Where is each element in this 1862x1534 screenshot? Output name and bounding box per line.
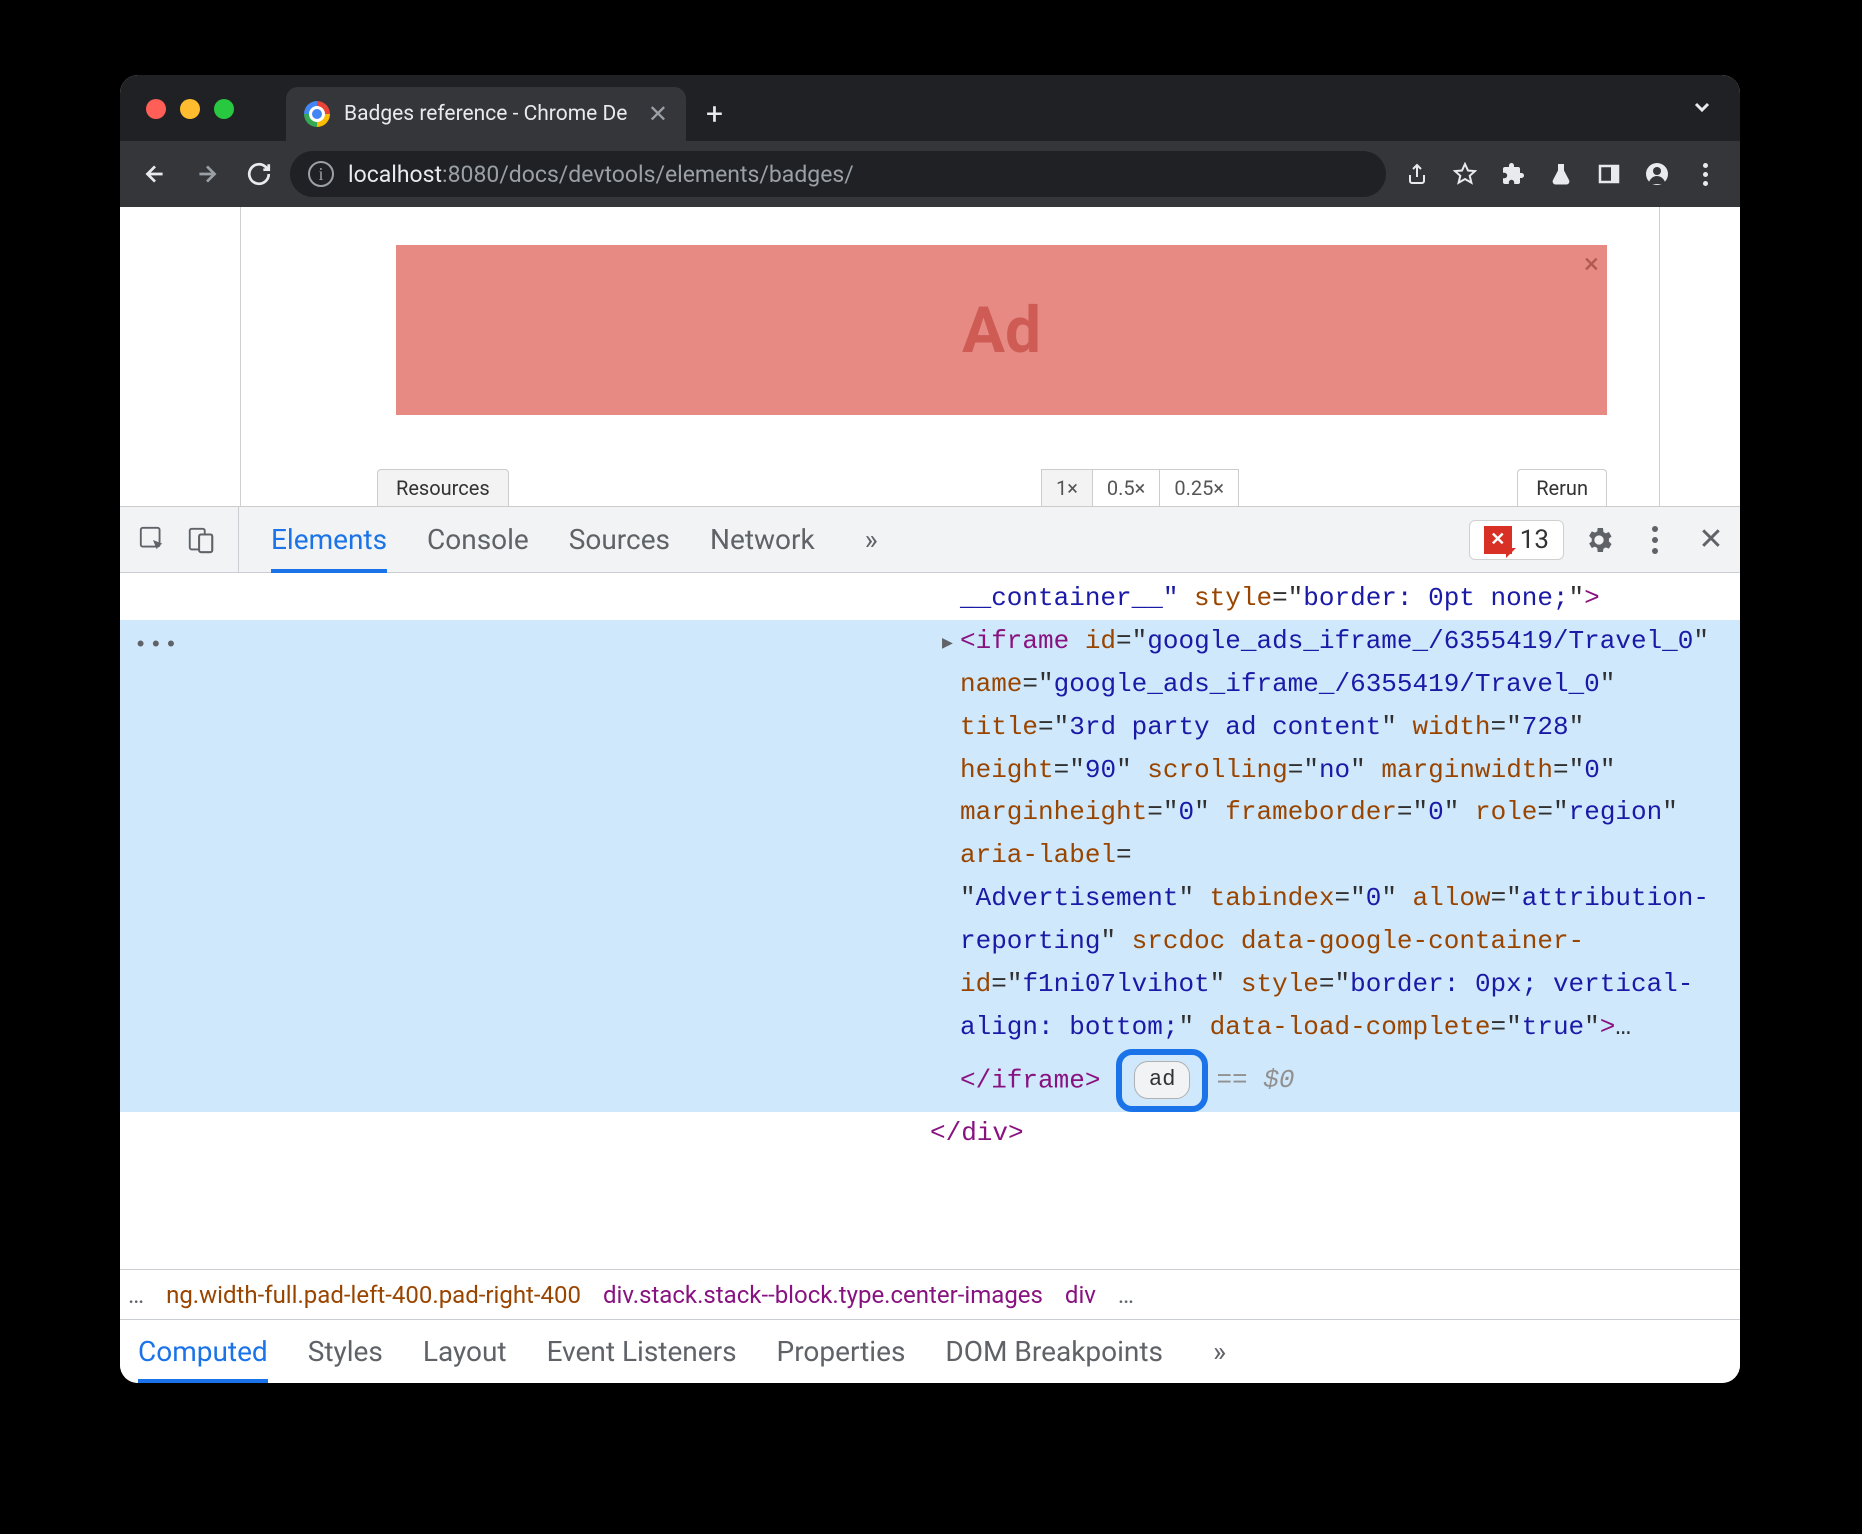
back-button[interactable] [134, 153, 176, 195]
error-icon: ✕ [1484, 526, 1512, 554]
maximize-window-button[interactable] [214, 99, 234, 119]
error-count-badge[interactable]: ✕ 13 [1469, 520, 1564, 560]
zoom-025x[interactable]: 0.25× [1160, 469, 1239, 506]
site-info-icon[interactable]: i [308, 161, 334, 187]
tab-close-button[interactable]: ✕ [648, 100, 668, 128]
settings-gear-icon[interactable] [1582, 523, 1616, 557]
new-tab-button[interactable]: + [706, 87, 723, 141]
tab-title: Badges reference - Chrome De [344, 102, 634, 126]
browser-window: Badges reference - Chrome De ✕ + i local… [120, 75, 1740, 1383]
rerun-button[interactable]: Rerun [1517, 469, 1607, 506]
resources-tab[interactable]: Resources [377, 469, 509, 506]
selection-actions-icon[interactable]: ••• [134, 628, 180, 664]
zoom-controls: 1× 0.5× 0.25× [1041, 469, 1239, 506]
tab-sources[interactable]: Sources [569, 509, 670, 570]
dom-breadcrumb[interactable]: … ng.width-full.pad-left-400.pad-right-4… [120, 1269, 1740, 1319]
address-bar[interactable]: i localhost:8080/docs/devtools/elements/… [290, 151, 1386, 197]
reload-button[interactable] [238, 153, 280, 195]
tree-selected-node[interactable]: ••• ▶<iframe id="google_ads_iframe_/6355… [120, 620, 1740, 1112]
ad-label: Ad [962, 293, 1041, 368]
close-window-button[interactable] [146, 99, 166, 119]
side-panel-icon[interactable] [1588, 153, 1630, 195]
share-icon[interactable] [1396, 153, 1438, 195]
toolbar-actions [1396, 153, 1726, 195]
ad-badge[interactable]: ad [1134, 1061, 1190, 1099]
zoom-1x[interactable]: 1× [1041, 469, 1093, 506]
inspect-element-icon[interactable] [132, 519, 174, 561]
page-inner: Ad × Resources 1× 0.5× 0.25× Rerun [240, 207, 1660, 506]
subtab-styles[interactable]: Styles [308, 1322, 383, 1381]
console-reference: == $0 [1216, 1065, 1294, 1095]
devtools-panel: Elements Console Sources Network » ✕ 13 … [120, 507, 1740, 1383]
url-host: localhost [348, 161, 442, 188]
extensions-icon[interactable] [1492, 153, 1534, 195]
toolbar: i localhost:8080/docs/devtools/elements/… [120, 141, 1740, 207]
error-count: 13 [1520, 525, 1549, 555]
labs-flask-icon[interactable] [1540, 153, 1582, 195]
tree-line-container[interactable]: __container__" style="border: 0pt none;"… [120, 573, 1740, 620]
tree-line-divclose[interactable]: </div> [120, 1112, 1740, 1155]
tab-bar: Badges reference - Chrome De ✕ + [120, 75, 1740, 141]
breadcrumb-ellipsis-left[interactable]: … [128, 1281, 144, 1309]
tab-elements[interactable]: Elements [271, 509, 387, 570]
subtabs-overflow-button[interactable]: » [1203, 1335, 1236, 1368]
bookmark-star-icon[interactable] [1444, 153, 1486, 195]
minimize-window-button[interactable] [180, 99, 200, 119]
page-viewport: Ad × Resources 1× 0.5× 0.25× Rerun [120, 207, 1740, 507]
window-controls [146, 99, 234, 119]
breadcrumb-item-1[interactable]: div.stack.stack--block.type.center-image… [603, 1281, 1043, 1309]
subtab-properties[interactable]: Properties [777, 1322, 906, 1381]
subtab-event-listeners[interactable]: Event Listeners [547, 1322, 737, 1381]
elements-tree[interactable]: __container__" style="border: 0pt none;"… [120, 573, 1740, 1269]
devtools-close-button[interactable]: ✕ [1694, 523, 1728, 557]
devtools-main-tabs: Elements Console Sources Network » [271, 509, 1461, 570]
subtab-dom-breakpoints[interactable]: DOM Breakpoints [945, 1322, 1163, 1381]
ad-badge-highlight: ad [1116, 1049, 1208, 1112]
tablist-dropdown-button[interactable] [1690, 95, 1714, 125]
url-path: :8080/docs/devtools/elements/badges/ [442, 161, 854, 188]
breadcrumb-ellipsis-right[interactable]: … [1118, 1281, 1134, 1309]
expand-triangle-icon[interactable]: ▶ [942, 630, 953, 660]
subtab-layout[interactable]: Layout [423, 1322, 507, 1381]
breadcrumb-item-2[interactable]: div [1065, 1281, 1096, 1309]
menu-kebab-icon[interactable] [1684, 153, 1726, 195]
tab-console[interactable]: Console [427, 509, 529, 570]
styles-subtabs: Computed Styles Layout Event Listeners P… [120, 1319, 1740, 1383]
device-toggle-icon[interactable] [180, 519, 222, 561]
subtab-computed[interactable]: Computed [138, 1322, 268, 1381]
profile-avatar-icon[interactable] [1636, 153, 1678, 195]
zoom-05x[interactable]: 0.5× [1093, 469, 1160, 506]
devtools-tabbar: Elements Console Sources Network » ✕ 13 … [120, 507, 1740, 573]
ad-close-button[interactable]: × [1584, 247, 1599, 280]
ad-banner[interactable]: Ad × [396, 245, 1607, 415]
chrome-favicon-icon [304, 101, 330, 127]
breadcrumb-item-0[interactable]: ng.width-full.pad-left-400.pad-right-400 [166, 1281, 581, 1309]
tabs-overflow-button[interactable]: » [855, 523, 888, 556]
forward-button[interactable] [186, 153, 228, 195]
devtools-menu-icon[interactable] [1634, 519, 1676, 561]
browser-tab[interactable]: Badges reference - Chrome De ✕ [286, 87, 686, 141]
tab-network[interactable]: Network [710, 509, 815, 570]
